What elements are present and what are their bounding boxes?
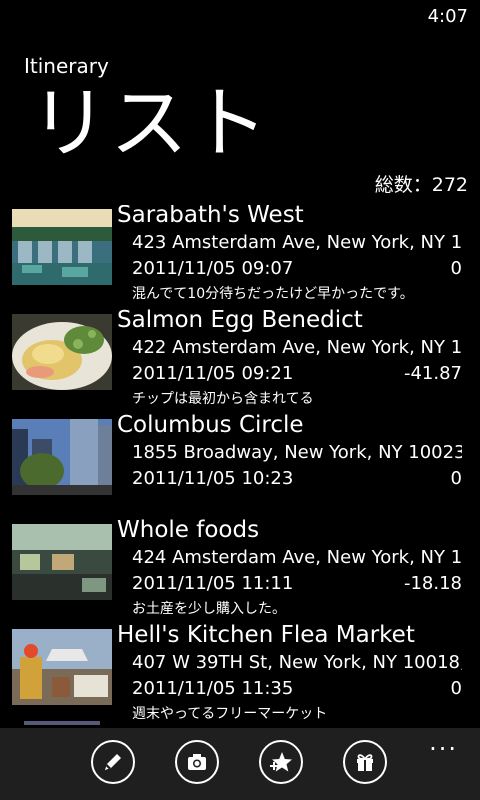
page-title: リスト	[30, 79, 271, 169]
item-note: 週末やってるフリーマーケット	[132, 706, 328, 722]
more-options-button[interactable]: ...	[429, 730, 458, 754]
item-address: 422 Amsterdam Ave, New York, NY 10	[132, 337, 462, 358]
camera-icon	[188, 754, 206, 770]
list-item[interactable]: Sarabath's West 423 Amsterdam Ave, New Y…	[0, 205, 480, 310]
app-bar: ...	[0, 728, 480, 800]
star-add-icon	[270, 752, 292, 772]
pencil-icon	[105, 754, 121, 770]
item-title: Hell's Kitchen Flea Market	[117, 622, 415, 648]
item-title: Whole foods	[117, 517, 260, 543]
item-amount: 0	[450, 678, 462, 699]
edit-button[interactable]	[91, 740, 135, 784]
item-amount: 0	[450, 468, 462, 489]
thumbnail-next-item	[24, 721, 100, 725]
item-note: 混んでて10分待ちだったけど早かったです。	[132, 286, 414, 302]
gift-icon	[357, 754, 373, 771]
thumbnail-flea-market	[12, 629, 112, 705]
total-count: 総数：272	[374, 174, 468, 196]
item-address: 424 Amsterdam Ave, New York, NY 10	[132, 547, 462, 568]
item-datetime: 2011/11/05 11:11	[132, 573, 294, 594]
thumbnail-city-buildings	[12, 419, 112, 495]
item-address: 1855 Broadway, New York, NY 10023, U	[132, 442, 462, 463]
item-amount: 0	[450, 258, 462, 279]
item-note: お土産を少し購入した。	[132, 601, 286, 617]
thumbnail-street-night	[12, 524, 112, 600]
item-datetime: 2011/11/05 11:35	[132, 678, 294, 699]
item-datetime: 2011/11/05 10:23	[132, 468, 294, 489]
item-title: Salmon Egg Benedict	[117, 307, 363, 333]
list-item[interactable]: Salmon Egg Benedict 422 Amsterdam Ave, N…	[0, 307, 480, 415]
list-item[interactable]: Columbus Circle 1855 Broadway, New York,…	[0, 412, 480, 520]
list-item[interactable]: Whole foods 424 Amsterdam Ave, New York,…	[0, 517, 480, 625]
item-title: Sarabath's West	[117, 205, 304, 228]
gift-button[interactable]	[343, 740, 387, 784]
item-datetime: 2011/11/05 09:07	[132, 258, 294, 279]
thumbnail-eggs-benedict	[12, 314, 112, 390]
item-amount: -18.18	[403, 573, 462, 594]
thumbnail-restaurant-facade	[12, 209, 112, 285]
item-title: Columbus Circle	[117, 412, 304, 438]
item-address: 423 Amsterdam Ave, New York, NY 10	[132, 232, 462, 253]
status-time: 4:07	[427, 6, 468, 27]
app-title: Itinerary	[24, 54, 109, 78]
item-note: チップは最初から含まれてる	[132, 391, 314, 407]
itinerary-list[interactable]: Sarabath's West 423 Amsterdam Ave, New Y…	[0, 205, 480, 725]
item-datetime: 2011/11/05 09:21	[132, 363, 294, 384]
list-item[interactable]: Hell's Kitchen Flea Market 407 W 39TH St…	[0, 622, 480, 725]
item-address: 407 W 39TH St, New York, NY 10018, U	[132, 652, 462, 673]
item-amount: -41.87	[403, 363, 462, 384]
add-favorite-button[interactable]	[259, 740, 303, 784]
camera-button[interactable]	[175, 740, 219, 784]
